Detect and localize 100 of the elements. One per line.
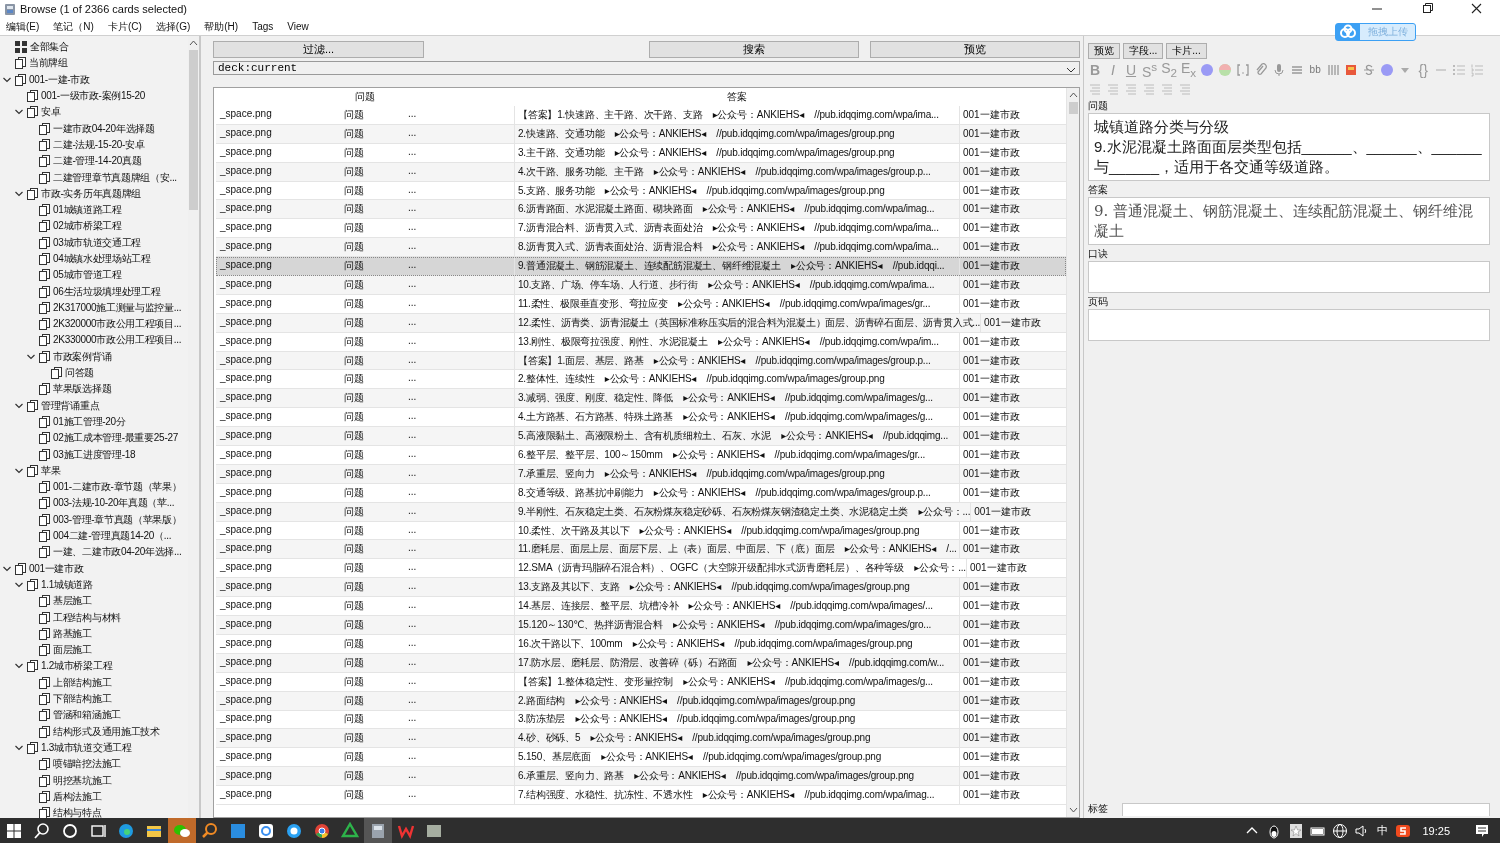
sidebar-item[interactable]: 结构形式及通用施工技术	[0, 723, 188, 740]
column-header[interactable]: 答案	[514, 90, 960, 104]
sidebar-item[interactable]: 06生活垃圾填埋处理工程	[0, 283, 188, 300]
field-input[interactable]: 9. 普通混凝土、钢筋混凝土、连续配筋混凝土、钢纤维混凝土	[1088, 197, 1490, 245]
clock[interactable]: 19:25	[1414, 824, 1464, 837]
sidebar-item[interactable]: 市政案例背诵	[0, 348, 188, 365]
table-row[interactable]: _space.png 问题 ... 14.基层、连接层、整平层、坑槽冷补 ▸公众号：ANKIEHS◂ //pub.idqqimg.com/wpa/images/... 001一建市政	[216, 597, 1066, 617]
sidebar-item[interactable]: 一建市政04-20年选择题	[0, 120, 188, 137]
sidebar-item[interactable]: 04城镇水处理场站工程	[0, 250, 188, 268]
table-row[interactable]: _space.png 问题 ... 6.整平层、整平层、100～150mm ▸公众号：ANKIEHS◂ //pub.idqqimg.com/wpa/images/gr... 001一建市政	[216, 446, 1066, 465]
color-circle-icon[interactable]	[1200, 62, 1215, 77]
tags-input[interactable]	[1122, 803, 1490, 816]
sidebar-item[interactable]: 管理背诵重点	[0, 397, 188, 414]
sidebar-item[interactable]: 结构与特点	[0, 804, 188, 818]
sidebar-item[interactable]: 问答题	[0, 364, 188, 382]
menu-item[interactable]: 编辑(E)	[6, 19, 40, 34]
sidebar-item[interactable]: 03城市轨道交通工程	[0, 234, 188, 251]
editor-button[interactable]: 预览	[1088, 43, 1120, 59]
sidebar-item[interactable]: 工程结构与材料	[0, 609, 188, 626]
sidebar-item[interactable]: 一建、二建市政04-20年选择...	[0, 544, 188, 561]
sidebar-item[interactable]: 全部集合	[0, 39, 188, 56]
table-row[interactable]: _space.png 问题 ... 7.结构强度、水稳性、抗冻性、不透水性 ▸公众号：ANKIEHS◂ //pub.idqqimg.com/wpa/imag... 001一建市政	[216, 786, 1066, 805]
sidebar-item[interactable]: 03施工进度管理-18	[0, 446, 188, 463]
sidebar-item[interactable]: 001-二建市政-章节题（苹果）	[0, 479, 188, 496]
sidebar-item[interactable]: 管涵和箱涵施工	[0, 707, 188, 724]
sidebar-item[interactable]: 明挖基坑施工	[0, 772, 188, 789]
table-row[interactable]: _space.png 问题 ... 8.沥青贯入式、沥青表面处治、沥青混合料 ▸公众号：ANKIEHS◂ //pub.idqqimg.com/wpa/ima... 001一建市政	[216, 238, 1066, 258]
menu-item[interactable]: 卡片(C)	[107, 19, 142, 34]
scrollbar-thumb[interactable]	[189, 50, 198, 210]
table-row[interactable]: _space.png 问题 ... 10.支路、广场、停车场、人行道、步行街 ▸公众号：ANKIEHS◂ //pub.idqqimg.com/wpa/ima... 001一建市政	[216, 276, 1066, 295]
sidebar-item[interactable]: 二建管理章节真题牌组（安...	[0, 169, 188, 186]
sidebar-item[interactable]: 盾构法施工	[0, 788, 188, 805]
field-input[interactable]	[1088, 309, 1490, 341]
sidebar-item[interactable]: 市政-实务历年真题牌组	[0, 185, 188, 202]
scrollbar[interactable]	[1066, 88, 1079, 817]
format-button[interactable]: bb	[1308, 64, 1323, 75]
color-circle-icon[interactable]	[1218, 62, 1233, 77]
menu-item[interactable]: View	[287, 21, 309, 32]
sidebar-item[interactable]: 001-一级市政-案例15-20	[0, 87, 188, 105]
table-row[interactable]: _space.png 问题 ... 11.磨耗层、面层上层、面层下层、上（表）面层、中面层、下（底）面层 ▸公众号：ANKIEHS◂ /... 001一建市政	[216, 540, 1066, 560]
sidebar-item[interactable]: 下部结构施工	[0, 690, 188, 708]
sidebar-item[interactable]: 当前牌组	[0, 55, 188, 72]
sidebar-item[interactable]: 苹果	[0, 462, 188, 479]
sidebar-item[interactable]: 02施工成本管理-最重要25-27	[0, 430, 188, 447]
table-row[interactable]: _space.png 问题 ... 3.减弱、强度、刚度、稳定性、降低 ▸公众号：ANKIEHS◂ //pub.idqqimg.com/wpa/images/g... 001一建市政	[216, 389, 1066, 409]
sidebar-item[interactable]: 二建-法规-15-20-安卓	[0, 136, 188, 154]
sidebar-item[interactable]: 1.1城镇道路	[0, 576, 188, 594]
sidebar-item[interactable]: 1.2城市桥梁工程	[0, 658, 188, 675]
table-row[interactable]: _space.png 问题 ... 4.砂、砂砾、5 ▸公众号：ANKIEHS◂ //pub.idqqimg.com/wpa/images/group.png 001一建市政	[216, 729, 1066, 749]
sidebar-item[interactable]: 二建-管理-14-20真题	[0, 153, 188, 170]
input-method-indicator[interactable]: 中	[1373, 823, 1393, 838]
sidebar-item[interactable]: 01施工管理-20分	[0, 413, 188, 431]
menu-item[interactable]: Tags	[252, 21, 274, 32]
field-input[interactable]	[1088, 261, 1490, 293]
sidebar-item[interactable]: 2K317000施工测量与监控量...	[0, 299, 188, 317]
sidebar-item[interactable]: 苹果版选择题	[0, 381, 188, 398]
preview-button[interactable]: 预览	[870, 41, 1080, 58]
taskbar-button[interactable]	[364, 818, 392, 843]
sidebar-item[interactable]: 001-一建-市政	[0, 71, 188, 88]
table-row[interactable]: _space.png 问题 ... 15.120～130℃、热拌沥青混合料 ▸公众号：ANKIEHS◂ //pub.idqqimg.com/wpa/images/gro... 001一建市政	[216, 616, 1066, 635]
field-input[interactable]: 城镇道路分类与分级 9.水泥混凝土路面面层类型包括______、______、______与______，适用于各交通等级道路。	[1088, 113, 1490, 181]
sidebar-item[interactable]: 2K320000市政公用工程项目...	[0, 316, 188, 333]
table-row[interactable]: _space.png 问题 ... 4.土方路基、石方路基、特殊土路基 ▸公众号：ANKIEHS◂ //pub.idqqimg.com/wpa/images/g... 001一建市政	[216, 408, 1066, 428]
table-row[interactable]: _space.png 问题 ... 【答案】1.快速路、主干路、次干路、支路 ▸公众号：ANKIEHS◂ //pub.idqqimg.com/wpa/ima... 001一建市政	[216, 106, 1066, 125]
sidebar-item[interactable]: 02城市桥梁工程	[0, 218, 188, 235]
sidebar-item[interactable]: 01城镇道路工程	[0, 201, 188, 219]
table-row[interactable]: _space.png 问题 ... 5.高液限黏土、高液限粉土、含有机质细粒土、石灰、水泥 ▸公众号：ANKIEHS◂ //pub.idqqimg... 001一建市政	[216, 427, 1066, 447]
table-row[interactable]: _space.png 问题 ... 9.普通混凝土、钢筋混凝土、连续配筋混凝土、钢纤维混凝土 ▸公众号：ANKIEHS◂ //pub.idqqi... 001一建市政	[216, 257, 1066, 276]
table-row[interactable]: _space.png 问题 ... 6.承重层、竖向力、路基 ▸公众号：ANKIEHS◂ //pub.idqqimg.com/wpa/images/group.png 001一建市政	[216, 767, 1066, 787]
search-button[interactable]: 搜索	[649, 41, 859, 58]
table-row[interactable]: _space.png 问题 ... 2.整体性、连续性 ▸公众号：ANKIEHS◂ //pub.idqqimg.com/wpa/images/group.png 001一建市政	[216, 370, 1066, 390]
sidebar-item[interactable]: 003-法规-10-20年真题（苹...	[0, 495, 188, 512]
menu-item[interactable]: 帮助(H)	[204, 19, 239, 34]
table-row[interactable]: _space.png 问题 ... 6.沥青路面、水泥混凝土路面、砌块路面 ▸公众号：ANKIEHS◂ //pub.idqqimg.com/wpa/imag... 001一建市政	[216, 200, 1066, 220]
sidebar-item[interactable]: 上部结构施工	[0, 674, 188, 691]
sidebar-item[interactable]: 004二建-管理真题14-20（...	[0, 527, 188, 545]
sidebar-item[interactable]: 喷锚暗挖法施工	[0, 756, 188, 773]
scrollbar-thumb[interactable]	[1068, 102, 1078, 114]
table-row[interactable]: _space.png 问题 ... 12.SMA（沥青玛脂碎石混合料）、OGFC（大空隙开级配排水式沥青磨耗层）、各种等级 ▸公众号：... 001一建市政	[216, 559, 1066, 579]
menu-item[interactable]: 选择(G)	[155, 19, 191, 34]
sidebar-item[interactable]: 基层施工	[0, 593, 188, 610]
search-field[interactable]: deck:current	[213, 61, 1080, 75]
sidebar-item[interactable]: 安卓	[0, 104, 188, 121]
sidebar-item[interactable]: 001一建市政	[0, 560, 188, 577]
color-circle-icon[interactable]	[1380, 62, 1395, 77]
table-row[interactable]: _space.png 问题 ... 5.150、基层底面 ▸公众号：ANKIEHS◂ //pub.idqqimg.com/wpa/images/group.png 001一建市政	[216, 748, 1066, 768]
sidebar-item[interactable]: 面层施工	[0, 642, 188, 659]
table-row[interactable]: _space.png 问题 ... 7.沥青混合料、沥青贯入式、沥青表面处治 ▸公众号：ANKIEHS◂ //pub.idqqimg.com/wpa/ima... 001一建市政	[216, 219, 1066, 239]
paperclip-icon[interactable]	[1254, 62, 1269, 77]
sidebar-item[interactable]: 1.3城市轨道交通工程	[0, 739, 188, 757]
column-header[interactable]: 问题	[216, 90, 514, 104]
menu-item[interactable]: 笔记（N)	[53, 19, 94, 34]
sidebar-item[interactable]: 2K330000市政公用工程项目...	[0, 332, 188, 349]
table-row[interactable]: _space.png 问题 ... 13.支路及其以下、支路 ▸公众号：ANKIEHS◂ //pub.idqqimg.com/wpa/images/group.png 001一建市政	[216, 578, 1066, 598]
editor-button[interactable]: 卡片...	[1166, 43, 1207, 59]
sidebar-item[interactable]: 003-管理-章节真题（苹果版）	[0, 511, 188, 528]
sidebar-item[interactable]: 05城市管道工程	[0, 267, 188, 284]
filter-button[interactable]: 过滤...	[213, 41, 424, 58]
picture-icon[interactable]	[1344, 62, 1359, 77]
sidebar-item[interactable]: 路基施工	[0, 625, 188, 642]
